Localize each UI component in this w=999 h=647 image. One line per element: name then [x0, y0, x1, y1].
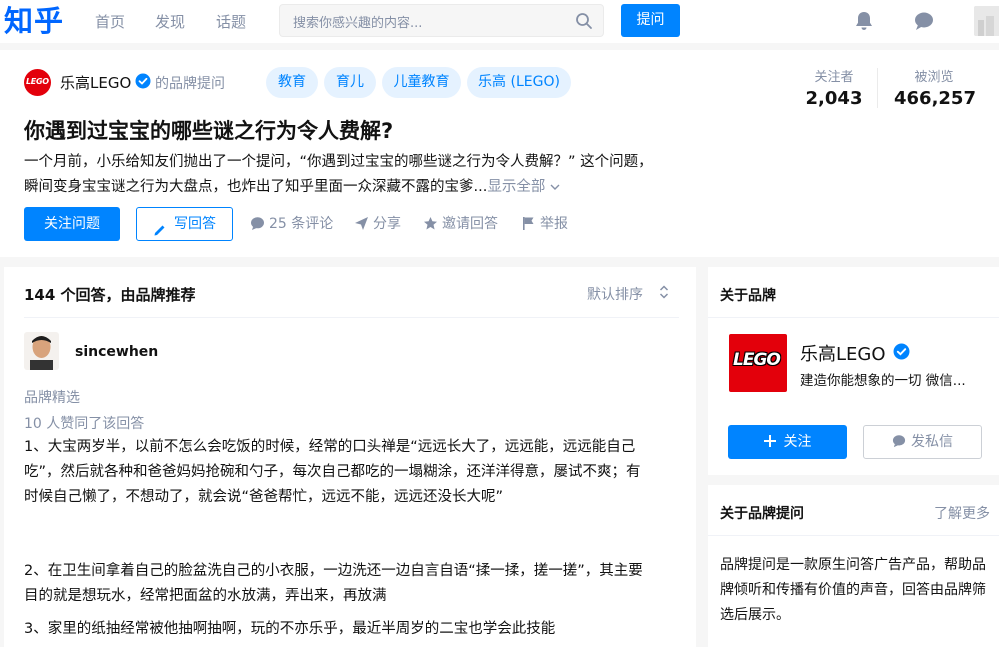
topic-tag-parenting[interactable]: 育儿	[324, 67, 376, 98]
star-icon	[424, 217, 437, 230]
comment-icon	[892, 435, 906, 448]
pencil-icon	[153, 217, 167, 249]
chat-icon[interactable]	[913, 10, 935, 36]
share-icon	[355, 217, 368, 230]
search-placeholder: 搜索你感兴趣的内容...	[293, 16, 423, 31]
nav-home[interactable]: 首页	[95, 12, 125, 32]
question-header: LEGO 乐高LEGO 的品牌提问 教育 育儿 儿童教育 乐高 (LEGO) 关…	[0, 50, 999, 257]
learn-more-link[interactable]: 了解更多	[934, 503, 990, 523]
question-desc-line1: 一个月前，小乐给知友们抛出了一个提问，“你遇到过宝宝的哪些谜之行为令人费解？” …	[24, 154, 653, 170]
nav-topics[interactable]: 话题	[216, 12, 246, 32]
followers-count: 2,043	[805, 88, 863, 109]
views-count: 466,257	[894, 88, 976, 109]
author-name[interactable]: sincewhen	[75, 344, 158, 360]
share-button[interactable]: 分享	[354, 216, 401, 233]
nav-explore[interactable]: 发现	[155, 12, 185, 32]
avatar[interactable]	[24, 332, 59, 370]
brand-question-description: 品牌提问是一款原生问答广告产品，帮助品牌倾听和传播有价值的声音，回答由品牌筛选后…	[720, 557, 986, 623]
answer-paragraph: 2、在卫生间拿着自己的脸盆洗自己的小衣服，一边洗还一边自言自语“揉一揉，搓一搓”…	[24, 563, 643, 604]
brand-name[interactable]: 乐高LEGO	[800, 340, 886, 366]
answer-paragraph: 3、家里的纸抽经常被他抽啊抽啊，玩的不亦乐乎，最近半周岁的二宝也学会此技能	[24, 621, 556, 637]
likes-count: 10 人赞同了该回答	[24, 416, 145, 432]
comments-button[interactable]: 25 条评论	[250, 216, 333, 233]
answer-paragraph: 1、大宝两岁半，以前不怎么会吃饭的时候，经常的口头禅是“远远长大了，远远能，远远…	[24, 439, 641, 505]
about-brand-question-card: 关于品牌提问 了解更多 品牌提问是一款原生问答广告产品，帮助品牌倾听和传播有价值…	[708, 485, 999, 647]
brand-pick-label: 品牌精选	[24, 390, 80, 406]
search-input[interactable]: 搜索你感兴趣的内容...	[279, 4, 604, 37]
topic-tag-education[interactable]: 教育	[266, 67, 318, 98]
avatar[interactable]	[974, 6, 999, 36]
divider	[24, 317, 679, 318]
lego-logo-small[interactable]: LEGO	[24, 69, 51, 96]
message-button[interactable]: 发私信	[863, 425, 982, 459]
about-brand-card: 关于品牌 LEGO 乐高LEGO 建造你能想象的一切 微信... 关注 发私信	[708, 267, 999, 475]
top-nav: 知乎 首页 发现 话题 搜索你感兴趣的内容... 提问	[0, 0, 999, 43]
divider	[708, 317, 999, 318]
chevron-down-icon	[550, 184, 560, 190]
report-button[interactable]: 举报	[521, 216, 568, 233]
lego-logo[interactable]: LEGO	[729, 334, 787, 392]
question-desc-line2: 瞬间变身宝宝谜之行为大盘点，也炸出了知乎里面一众深藏不露的宝爹...显示全部	[24, 175, 684, 200]
question-title[interactable]: 你遇到过宝宝的哪些谜之行为令人费解?	[24, 117, 393, 145]
search-icon[interactable]	[575, 12, 593, 34]
zhihu-logo[interactable]: 知乎	[4, 4, 64, 38]
show-all-link[interactable]: 显示全部	[487, 179, 560, 195]
ask-button[interactable]: 提问	[621, 4, 680, 37]
plus-icon	[763, 435, 776, 447]
topic-tag-lego[interactable]: 乐高 (LEGO)	[467, 67, 571, 98]
about-brand-title: 关于品牌	[720, 288, 776, 304]
stat-divider	[877, 68, 878, 108]
followers-label: 关注者	[814, 70, 854, 85]
verified-icon	[893, 343, 910, 364]
sort-icon[interactable]	[659, 284, 669, 304]
views-label: 被浏览	[914, 70, 954, 85]
brand-question-label: 的品牌提问	[155, 76, 225, 92]
invite-button[interactable]: 邀请回答	[423, 216, 498, 233]
sort-select[interactable]: 默认排序	[587, 284, 643, 304]
brand-slogan: 建造你能想象的一切 微信...	[800, 373, 966, 389]
brand-name[interactable]: 乐高LEGO	[60, 72, 131, 93]
topic-tag-child-education[interactable]: 儿童教育	[382, 67, 461, 98]
follow-brand-button[interactable]: 关注	[728, 425, 847, 459]
write-answer-button[interactable]: 写回答	[136, 207, 233, 241]
bell-icon[interactable]	[853, 10, 875, 36]
flag-icon	[523, 217, 534, 230]
answer-list: 144 个回答，由品牌推荐 默认排序 sincewhen 品牌精选 10 人赞同…	[4, 267, 696, 647]
question-description: 一个月前，小乐给知友们抛出了一个提问，“你遇到过宝宝的哪些谜之行为令人费解？” …	[24, 150, 684, 200]
follow-question-button[interactable]: 关注问题	[24, 207, 120, 241]
about-brand-question-title: 关于品牌提问	[720, 506, 804, 522]
verified-icon	[135, 73, 151, 93]
divider	[708, 535, 999, 536]
comment-icon	[251, 217, 264, 230]
answer-count: 144 个回答，由品牌推荐	[24, 286, 196, 304]
